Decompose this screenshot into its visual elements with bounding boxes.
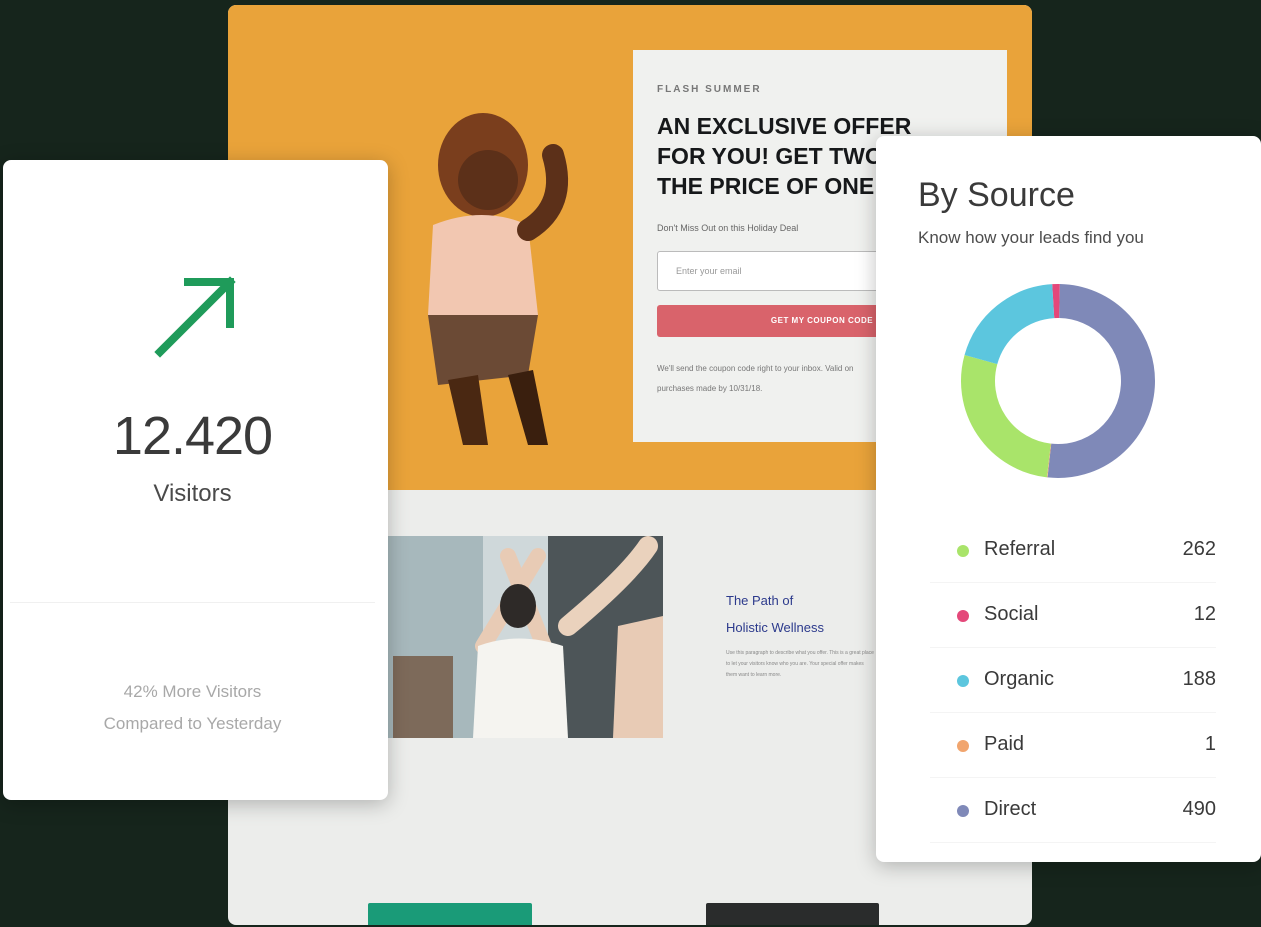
donut-slice-direct <box>1047 284 1155 478</box>
source-name: Organic <box>984 668 1055 690</box>
source-row-direct: Direct 490 <box>930 778 1216 843</box>
offer-note: We'll send the coupon code right to your… <box>657 364 854 393</box>
card-title: By Source <box>918 176 1075 214</box>
legend-dot-icon <box>957 675 969 687</box>
wellness-photo <box>388 536 663 738</box>
divider <box>10 602 375 603</box>
source-name: Direct <box>984 798 1037 820</box>
offer-eyebrow: FLASH SUMMER <box>657 84 762 95</box>
arrow-up-right-icon <box>154 276 236 358</box>
source-row-social: Social 12 <box>930 583 1216 648</box>
donut-slice-referral <box>961 355 1052 478</box>
wellness-heading: The Path of Holistic Wellness <box>726 593 825 635</box>
legend-dot-icon <box>957 740 969 752</box>
source-count: 262 <box>1182 538 1216 560</box>
source-row-paid: Paid 1 <box>930 713 1216 778</box>
card-subtitle: Know how your leads find you <box>918 228 1144 247</box>
legend-dot-icon <box>957 805 969 817</box>
donut-slice-organic <box>964 284 1055 365</box>
by-source-card: By Source Know how your leads find you R… <box>876 136 1261 862</box>
source-list: Referral 262 Social 12 Organic 188 Paid 1 Direct… <box>930 518 1216 843</box>
source-row-organic: Organic 188 <box>930 648 1216 713</box>
visitors-count: 12.420 <box>112 406 273 466</box>
source-count: 1 <box>1204 733 1216 755</box>
source-count: 12 <box>1193 603 1216 625</box>
primary-button[interactable] <box>368 903 532 925</box>
source-donut-chart <box>961 284 1155 478</box>
visitors-label: Visitors <box>153 480 232 507</box>
visitors-comparison: 42% More Visitors Compared to Yesterday <box>103 682 282 733</box>
source-row-referral: Referral 262 <box>930 518 1216 583</box>
source-name: Paid <box>984 733 1025 755</box>
wellness-body: Use this paragraph to describe what you … <box>726 650 874 678</box>
legend-dot-icon <box>957 545 969 557</box>
source-name: Social <box>984 603 1039 625</box>
source-name: Referral <box>984 538 1056 560</box>
source-count: 188 <box>1182 668 1216 690</box>
source-count: 490 <box>1182 798 1216 820</box>
legend-dot-icon <box>957 610 969 622</box>
secondary-button[interactable] <box>706 903 879 925</box>
